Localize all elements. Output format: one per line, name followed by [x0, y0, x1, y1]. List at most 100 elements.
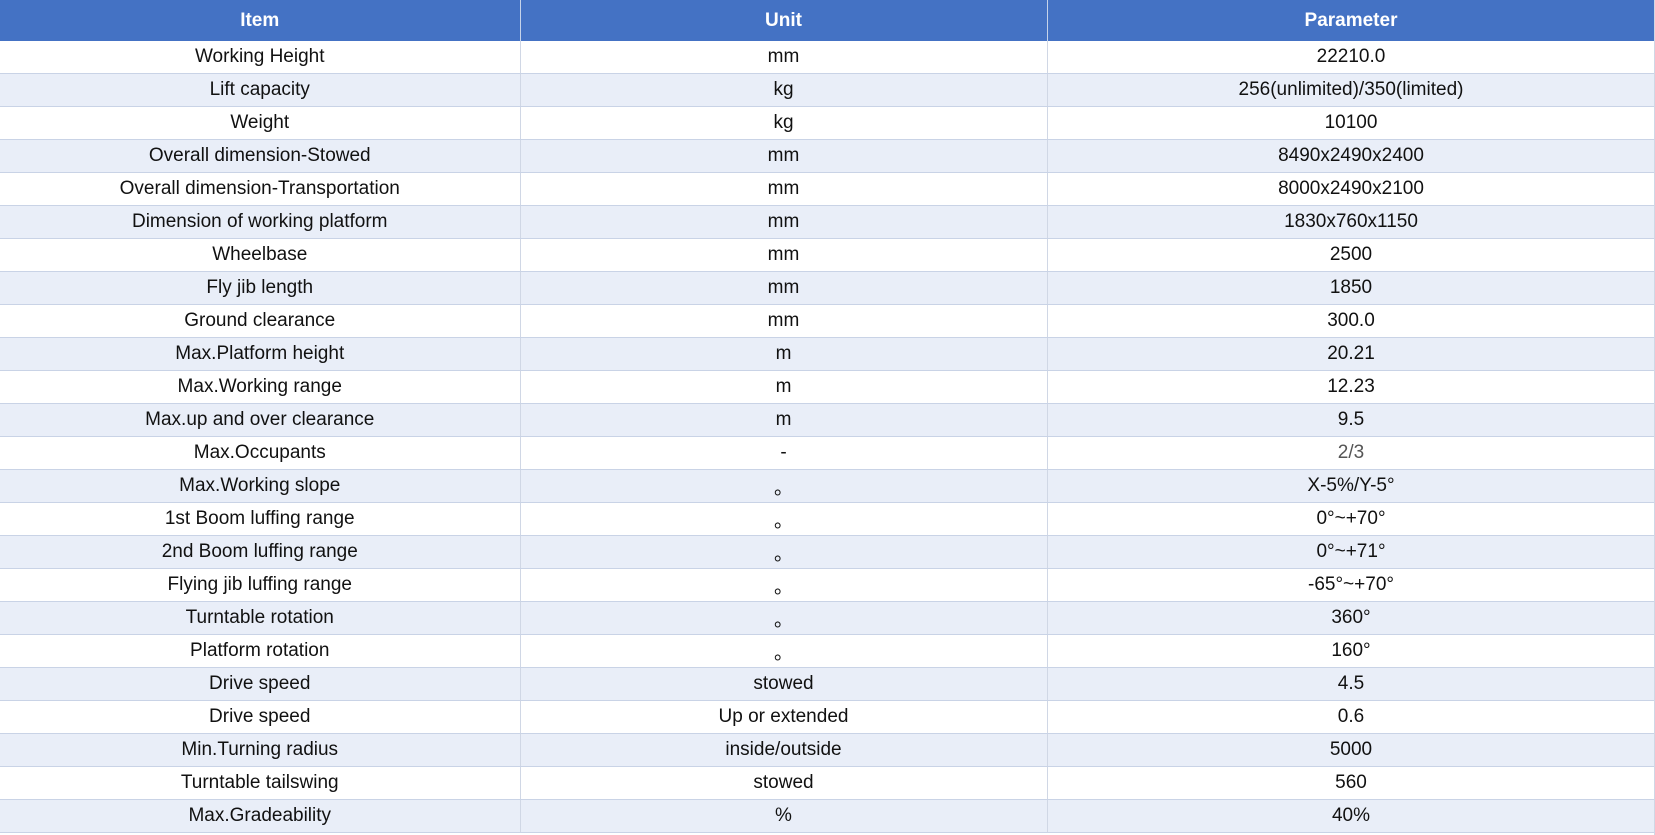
table-row: Drive speed Up or extended 0.6: [0, 700, 1655, 734]
cell-unit[interactable]: mm: [520, 304, 1048, 338]
cell-parameter[interactable]: 360°: [1047, 601, 1655, 635]
cell-parameter[interactable]: X-5%/Y-5°: [1047, 469, 1655, 503]
cell-parameter[interactable]: 40%: [1047, 799, 1655, 833]
cell-parameter[interactable]: 4.5: [1047, 667, 1655, 701]
cell-item[interactable]: Max.up and over clearance: [0, 403, 521, 437]
table-row: 2nd Boom luffing range。 0°~+71°: [0, 535, 1655, 569]
table-row: Max.up and over clearance m 9.5: [0, 403, 1655, 437]
table-row: Max.Working range m 12.23: [0, 370, 1655, 404]
table-row: Weight kg 10100: [0, 106, 1655, 140]
cell-item[interactable]: Fly jib length: [0, 271, 521, 305]
table-row: Fly jib length mm 1850: [0, 271, 1655, 305]
table-row: Max.Working slope。 X-5%/Y-5°: [0, 469, 1655, 503]
column-header-item[interactable]: Item: [0, 0, 521, 41]
cell-parameter[interactable]: 22210.0: [1047, 41, 1655, 74]
cell-unit[interactable]: mm: [520, 238, 1048, 272]
cell-item[interactable]: Ground clearance: [0, 304, 521, 338]
cell-item[interactable]: 2nd Boom luffing range: [0, 535, 521, 569]
cell-unit[interactable]: 。: [520, 601, 1048, 635]
cell-unit[interactable]: mm: [520, 172, 1048, 206]
cell-item[interactable]: Wheelbase: [0, 238, 521, 272]
cell-parameter[interactable]: 560: [1047, 766, 1655, 800]
cell-unit[interactable]: 。: [520, 634, 1048, 668]
spec-sheet: Item Unit Parameter Working Height mm 2221…: [0, 0, 1655, 835]
cell-unit[interactable]: mm: [520, 41, 1048, 74]
cell-item[interactable]: Working Height: [0, 41, 521, 74]
table-row: Dimension of working platform mm 1830x760x…: [0, 205, 1655, 239]
table-row: Overall dimension-Stowed mm 8490x2490x2400: [0, 139, 1655, 173]
cell-item[interactable]: Turntable rotation: [0, 601, 521, 635]
table-row: Drive speed stowed 4.5: [0, 667, 1655, 701]
cell-unit[interactable]: Up or extended: [520, 700, 1048, 734]
cell-unit[interactable]: kg: [520, 73, 1048, 107]
cell-parameter[interactable]: 8000x2490x2100: [1047, 172, 1655, 206]
cell-item[interactable]: Max.Working slope: [0, 469, 521, 503]
cell-item[interactable]: Min.Turning radius: [0, 733, 521, 767]
cell-unit[interactable]: m: [520, 403, 1048, 437]
cell-item[interactable]: Weight: [0, 106, 521, 140]
cell-parameter[interactable]: 256(unlimited)/350(limited): [1047, 73, 1655, 107]
cell-unit[interactable]: 。: [520, 502, 1048, 536]
cell-parameter[interactable]: 160°: [1047, 634, 1655, 668]
cell-parameter[interactable]: 0.6: [1047, 700, 1655, 734]
cell-parameter[interactable]: 10100: [1047, 106, 1655, 140]
table-row: Flying jib luffing range。 -65°~+70°: [0, 568, 1655, 602]
cell-unit[interactable]: 。: [520, 568, 1048, 602]
cell-parameter[interactable]: 1850: [1047, 271, 1655, 305]
spec-table: Item Unit Parameter Working Height mm 2221…: [0, 0, 1655, 833]
cell-item[interactable]: Max.Working range: [0, 370, 521, 404]
table-row: Overall dimension-Transportation mm 8000x2…: [0, 172, 1655, 206]
cell-parameter[interactable]: 9.5: [1047, 403, 1655, 437]
cell-unit[interactable]: inside/outside: [520, 733, 1048, 767]
cell-item[interactable]: Flying jib luffing range: [0, 568, 521, 602]
table-row: Lift capacity kg 256(unlimited)/350(limite…: [0, 73, 1655, 107]
cell-item[interactable]: Max.Occupants: [0, 436, 521, 470]
cell-item[interactable]: Turntable tailswing: [0, 766, 521, 800]
cell-item[interactable]: Dimension of working platform: [0, 205, 521, 239]
cell-item[interactable]: Overall dimension-Transportation: [0, 172, 521, 206]
cell-parameter[interactable]: 12.23: [1047, 370, 1655, 404]
table-row: Ground clearance mm 300.0: [0, 304, 1655, 338]
cell-unit[interactable]: mm: [520, 139, 1048, 173]
cell-parameter[interactable]: 2/3: [1047, 436, 1655, 470]
cell-parameter[interactable]: 20.21: [1047, 337, 1655, 371]
cell-parameter[interactable]: 5000: [1047, 733, 1655, 767]
cell-unit[interactable]: stowed: [520, 667, 1048, 701]
table-header-row: Item Unit Parameter: [0, 0, 1655, 41]
column-header-unit[interactable]: Unit: [520, 0, 1048, 41]
cell-item[interactable]: Lift capacity: [0, 73, 521, 107]
cell-unit[interactable]: 。: [520, 469, 1048, 503]
column-header-parameter[interactable]: Parameter: [1047, 0, 1655, 41]
cell-unit[interactable]: mm: [520, 271, 1048, 305]
table-row: Max.Occupants -2/3: [0, 436, 1655, 470]
cell-parameter[interactable]: 8490x2490x2400: [1047, 139, 1655, 173]
table-body: Working Height mm 22210.0 Lift capacity kg 25…: [0, 41, 1655, 833]
cell-unit[interactable]: 。: [520, 535, 1048, 569]
cell-item[interactable]: Overall dimension-Stowed: [0, 139, 521, 173]
table-row: Wheelbase mm 2500: [0, 238, 1655, 272]
cell-parameter[interactable]: 2500: [1047, 238, 1655, 272]
table-row: Turntable rotation。 360°: [0, 601, 1655, 635]
cell-parameter[interactable]: 0°~+71°: [1047, 535, 1655, 569]
cell-parameter[interactable]: 1830x760x1150: [1047, 205, 1655, 239]
table-row: 1st Boom luffing range。 0°~+70°: [0, 502, 1655, 536]
cell-item[interactable]: Max.Platform height: [0, 337, 521, 371]
cell-parameter[interactable]: 0°~+70°: [1047, 502, 1655, 536]
table-row: Max.Gradeability% 40%: [0, 799, 1655, 833]
cell-unit[interactable]: mm: [520, 205, 1048, 239]
cell-unit[interactable]: stowed: [520, 766, 1048, 800]
cell-unit[interactable]: m: [520, 370, 1048, 404]
cell-parameter[interactable]: 300.0: [1047, 304, 1655, 338]
cell-item[interactable]: Max.Gradeability: [0, 799, 521, 833]
cell-item[interactable]: 1st Boom luffing range: [0, 502, 521, 536]
cell-item[interactable]: Drive speed: [0, 700, 521, 734]
cell-unit[interactable]: m: [520, 337, 1048, 371]
cell-unit[interactable]: %: [520, 799, 1048, 833]
cell-unit[interactable]: kg: [520, 106, 1048, 140]
cell-item[interactable]: Drive speed: [0, 667, 521, 701]
table-row: Platform rotation。 160°: [0, 634, 1655, 668]
cell-parameter[interactable]: -65°~+70°: [1047, 568, 1655, 602]
table-row: Min.Turning radius inside/outside 5000: [0, 733, 1655, 767]
cell-item[interactable]: Platform rotation: [0, 634, 521, 668]
cell-unit[interactable]: -: [520, 436, 1048, 470]
